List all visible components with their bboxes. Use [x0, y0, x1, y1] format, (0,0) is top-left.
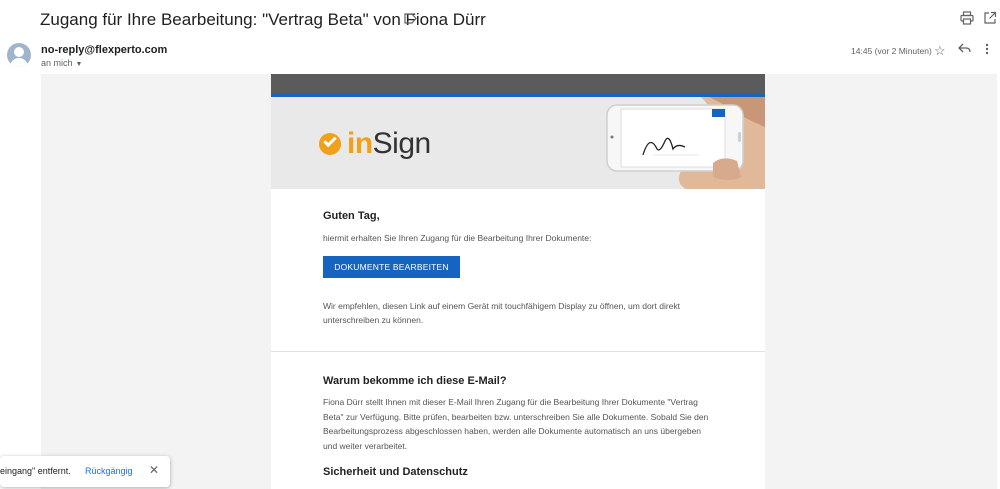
checkmark-icon [319, 133, 341, 155]
email-banner: in Sign [271, 97, 765, 189]
phone-signature-image [606, 97, 765, 189]
recipient-label: an mich [41, 58, 73, 68]
intro-text: hiermit erhalten Sie Ihren Zugang für di… [323, 233, 592, 243]
logo-in-text: in [347, 127, 373, 160]
close-icon[interactable]: ✕ [149, 463, 159, 477]
email-section-access: Guten Tag, hiermit erhalten Sie Ihren Zu… [271, 189, 765, 351]
sender-address[interactable]: no-reply@flexperto.com [41, 44, 167, 56]
why-heading: Warum bekomme ich diese E-Mail? [323, 375, 507, 387]
undo-button[interactable]: Rückgängig [85, 466, 133, 476]
open-in-new-window-icon[interactable] [983, 11, 997, 25]
avatar-body-shape [10, 58, 28, 67]
logo-sign-text: Sign [372, 127, 432, 160]
insign-logo: in Sign [319, 127, 431, 161]
message-time: 14:45 (vor 2 Minuten) [851, 46, 932, 56]
avatar-head-shape [14, 47, 24, 57]
email-top-bar [271, 74, 765, 94]
subject-row: Zugang für Ihre Bearbeitung: "Vertrag Be… [0, 0, 1000, 38]
print-icon[interactable] [960, 11, 974, 25]
section-divider [271, 351, 765, 352]
greeting: Guten Tag, [323, 210, 380, 222]
avatar[interactable] [7, 43, 31, 67]
more-icon[interactable] [985, 43, 989, 58]
reply-icon[interactable] [958, 42, 971, 57]
edit-documents-button[interactable]: DOKUMENTE BEARBEITEN [323, 256, 460, 278]
recipient-toggle[interactable]: an mich ▼ [41, 58, 82, 68]
snackbar-message: eingang" entfernt. [0, 466, 71, 476]
snackbar: eingang" entfernt. Rückgängig ✕ [0, 456, 170, 487]
security-heading: Sicherheit und Datenschutz [323, 466, 468, 478]
why-text: Fiona Dürr stellt Ihnen mit dieser E-Mai… [323, 397, 709, 451]
email-subject: Zugang für Ihre Bearbeitung: "Vertrag Be… [40, 10, 486, 29]
email-content: in Sign Guten Tag, hiermit erhalten Sie I… [271, 74, 765, 489]
recommendation-text: Wir empfehlen, diesen Link auf einem Ger… [323, 301, 681, 325]
star-icon[interactable]: ☆ [934, 43, 946, 59]
label-icon[interactable] [404, 12, 417, 27]
chevron-down-icon: ▼ [75, 61, 83, 68]
